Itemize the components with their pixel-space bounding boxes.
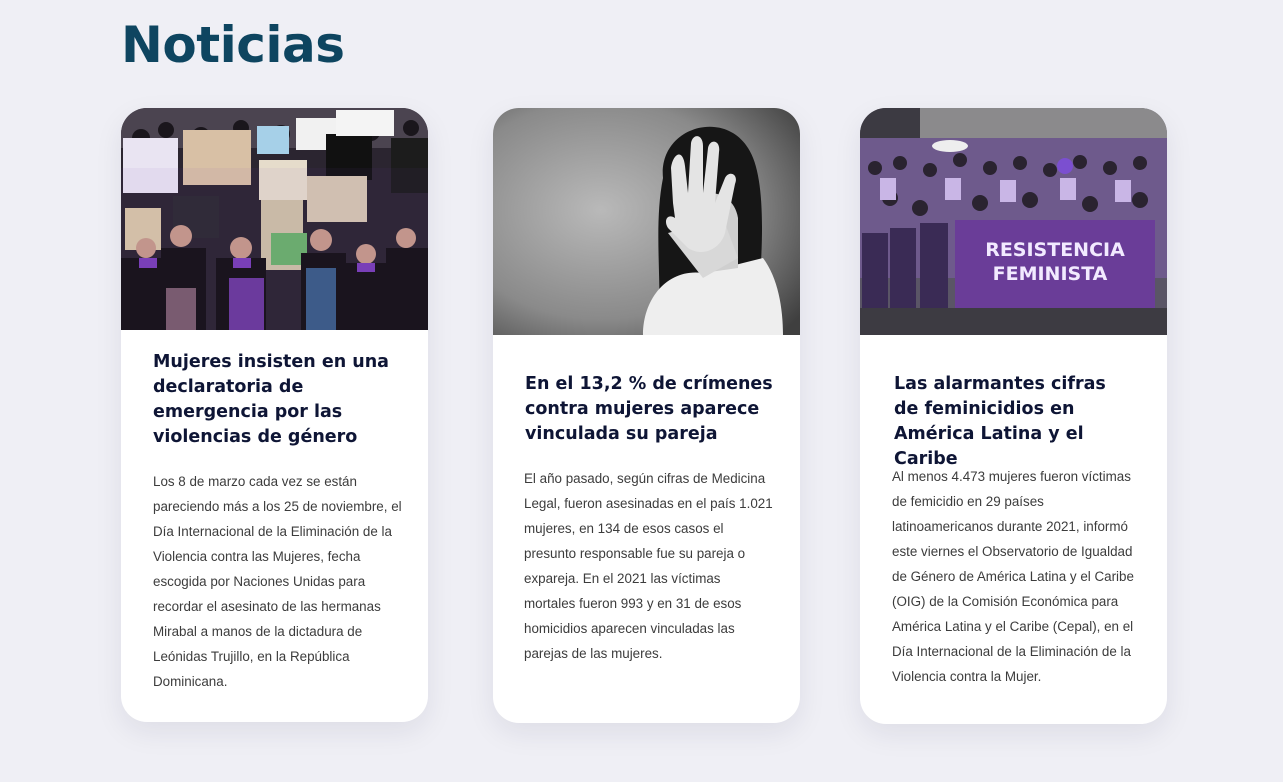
news-section: Noticias Mujeres insisten en una declara… [0,0,1283,782]
news-card-title[interactable]: Las alarmantes cifras de feminicidios en… [894,372,1134,472]
news-card-text: Al menos 4.473 mujeres fueron víctimas d… [892,469,1134,684]
news-card-text: El año pasado, según cifras de Medicina … [524,471,773,661]
banner-text-1: RESISTENCIA [985,239,1125,261]
banner-text-2: FEMINISTA [993,263,1108,285]
news-card[interactable]: Mujeres insisten en una declaratoria de … [121,108,428,722]
news-card-title[interactable]: Mujeres insisten en una declaratoria de … [153,350,403,450]
news-card-image[interactable]: RESISTENCIA FEMINISTA [860,108,1167,335]
news-card-text: Los 8 de marzo cada vez se están parecie… [153,474,402,689]
feminist-march-photo: RESISTENCIA FEMINISTA [860,108,1167,335]
news-card[interactable]: RESISTENCIA FEMINISTA Las alarmantes cif… [860,108,1167,724]
news-card-image[interactable] [493,108,800,335]
news-card-image[interactable] [121,108,428,330]
section-title: Noticias [121,16,345,74]
woman-raised-hand-photo [493,108,800,335]
news-card-title[interactable]: En el 13,2 % de crímenes contra mujeres … [525,372,775,447]
news-card[interactable]: En el 13,2 % de crímenes contra mujeres … [493,108,800,723]
protest-crowd-photo [121,108,428,330]
